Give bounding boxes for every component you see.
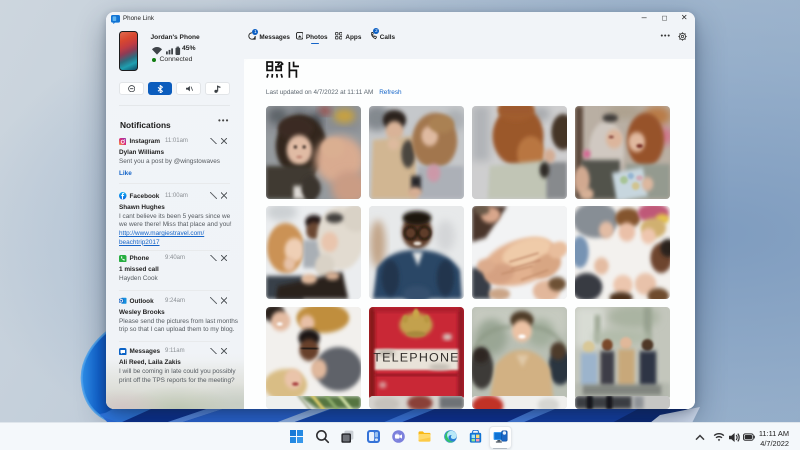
svg-text:TELEPHONE: TELEPHONE bbox=[373, 350, 459, 364]
